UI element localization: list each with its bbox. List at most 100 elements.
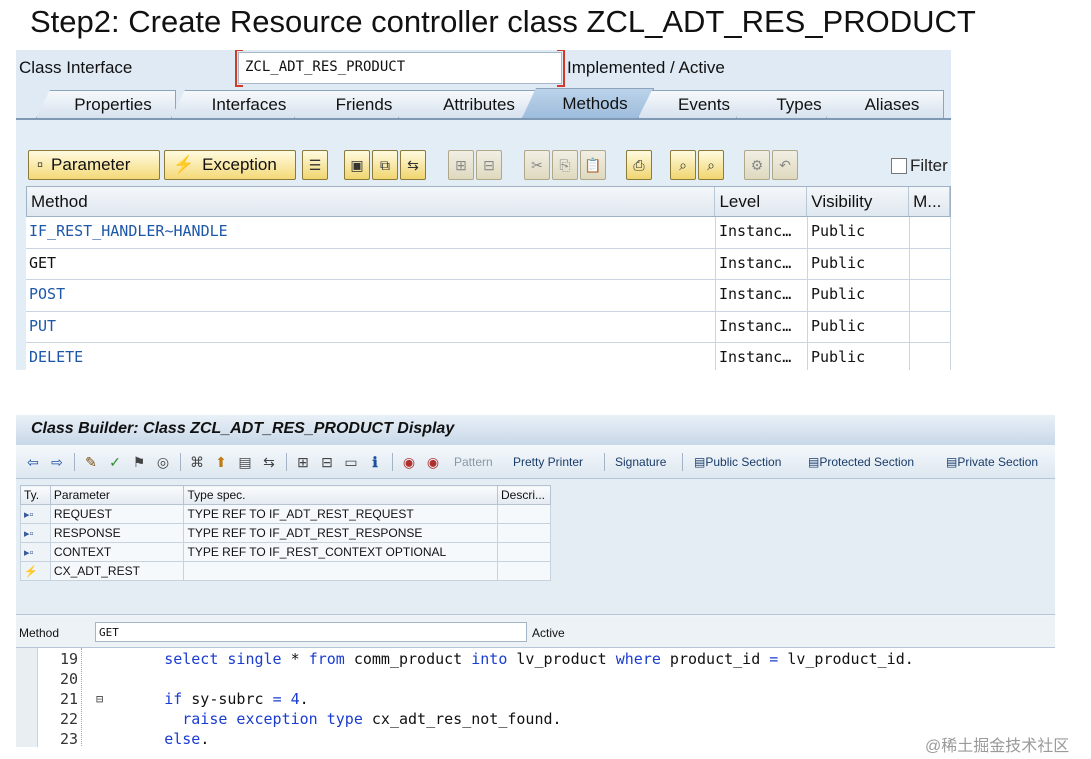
filter-checkbox[interactable] (891, 158, 907, 174)
find-next-icon[interactable]: ⌕ (698, 150, 724, 180)
insert-row-icon[interactable]: ⊞ (448, 150, 474, 180)
tab-aliases[interactable]: Aliases (826, 90, 944, 118)
forward-arrow-icon[interactable]: ⇨ (48, 453, 66, 471)
tab-attributes[interactable]: Attributes (398, 90, 546, 118)
table-row[interactable]: POST Instanc… Public (26, 280, 951, 312)
parameter-icon: ▫ (37, 155, 44, 174)
method-level: Instanc… (716, 248, 808, 279)
list-icon[interactable]: ☰ (302, 150, 328, 180)
param-type-spec[interactable]: TYPE REF TO IF_ADT_REST_RESPONSE (183, 523, 498, 543)
delete-row-icon[interactable]: ⊟ (476, 150, 502, 180)
detail-view-icon[interactable]: ▣ (344, 150, 370, 180)
edit-pencil-icon[interactable]: ✎ (82, 453, 100, 471)
table-row[interactable]: ▸▫ CONTEXT TYPE REF TO IF_REST_CONTEXT O… (20, 542, 552, 562)
table-row[interactable]: ▸▫ REQUEST TYPE REF TO IF_ADT_REST_REQUE… (20, 504, 552, 524)
param-name[interactable]: REQUEST (49, 504, 185, 524)
param-type-spec[interactable]: TYPE REF TO IF_REST_CONTEXT OPTIONAL (183, 542, 498, 562)
toolbar-separator (74, 453, 75, 471)
debug-icon[interactable]: ◉ (424, 453, 442, 471)
section-icon: ▤ (808, 455, 820, 469)
layout-icon[interactable]: ▭ (342, 453, 360, 471)
pattern-button[interactable]: Pattern (454, 455, 493, 469)
col-type[interactable]: Ty. (20, 485, 51, 505)
table-row[interactable]: DELETE Instanc… Public (26, 343, 951, 370)
param-type-spec[interactable] (183, 561, 498, 581)
col-description[interactable]: Descri... (496, 485, 552, 505)
breakpoint-icon[interactable]: ⬆ (212, 453, 230, 471)
pretty-printer-button[interactable]: Pretty Printer (513, 455, 583, 469)
method-m (910, 248, 951, 279)
exception-button[interactable]: ⚡ Exception (164, 150, 296, 180)
method-visibility: Public (808, 311, 910, 342)
param-description[interactable] (496, 542, 552, 562)
toolbar-separator (286, 453, 287, 471)
copy-view-icon[interactable]: ⧉ (372, 150, 398, 180)
navigate-icon[interactable]: ⇆ (260, 453, 278, 471)
test-icon[interactable]: ◎ (154, 453, 172, 471)
method-m (910, 343, 951, 370)
find-icon[interactable]: ⌕ (670, 150, 696, 180)
copy-icon[interactable]: ⎘ (552, 150, 578, 180)
section-icon: ▤ (694, 455, 706, 469)
tab-methods[interactable]: Methods (522, 88, 654, 118)
check-icon[interactable]: ✓ (106, 453, 124, 471)
tab-properties[interactable]: Properties (36, 90, 176, 118)
param-description[interactable] (496, 561, 552, 581)
line-number: 19 (59, 650, 78, 668)
toolbar-separator (180, 453, 181, 471)
method-name[interactable]: DELETE (26, 343, 716, 370)
activate-icon[interactable]: ⚑ (130, 453, 148, 471)
param-name[interactable]: CONTEXT (49, 542, 185, 562)
method-name[interactable]: IF_REST_HANDLER~HANDLE (26, 217, 716, 248)
col-level[interactable]: Level (715, 187, 808, 216)
method-name-field[interactable]: GET (95, 622, 527, 642)
tab-interfaces[interactable]: Interfaces (171, 90, 313, 118)
back-arrow-icon[interactable]: ⇦ (24, 453, 42, 471)
method-name[interactable]: POST (26, 280, 716, 311)
method-visibility: Public (808, 280, 910, 311)
table-row[interactable]: PUT Instanc… Public (26, 311, 951, 343)
navigate-icon[interactable]: ⇆ (400, 150, 426, 180)
method-name[interactable]: GET (26, 248, 716, 279)
method-level: Instanc… (716, 343, 808, 370)
table-row[interactable]: ▸▫ RESPONSE TYPE REF TO IF_ADT_REST_RESP… (20, 523, 552, 543)
private-section-button[interactable]: ▤Private Section (946, 455, 1038, 469)
paste-icon[interactable]: 📋 (580, 150, 606, 180)
parameter-table-header: Ty. Parameter Type spec. Descri... (20, 485, 552, 505)
filter-toggle[interactable]: Filter (891, 156, 948, 176)
col-type-spec[interactable]: Type spec. (183, 485, 498, 505)
line-number: 21 (59, 690, 78, 708)
print-icon[interactable]: ⎙ (626, 150, 652, 180)
table-row[interactable]: IF_REST_HANDLER~HANDLE Instanc… Public (26, 217, 951, 249)
protected-section-button[interactable]: ▤Protected Section (808, 455, 914, 469)
col-parameter[interactable]: Parameter (49, 485, 185, 505)
signature-button[interactable]: Signature (615, 455, 666, 469)
col-method[interactable]: Method (27, 187, 716, 216)
where-used-icon[interactable]: ⌘ (188, 453, 206, 471)
undo-icon[interactable]: ↶ (772, 150, 798, 180)
display-object-icon[interactable]: ▤ (236, 453, 254, 471)
public-section-button[interactable]: ▤Public Section (694, 455, 781, 469)
help-icon[interactable]: ◉ (400, 453, 418, 471)
methods-table: Method Level Visibility M... IF_REST_HAN… (26, 186, 951, 370)
param-type-spec[interactable]: TYPE REF TO IF_ADT_REST_REQUEST (183, 504, 498, 524)
col-visibility[interactable]: Visibility (807, 187, 910, 216)
info-icon[interactable]: ℹ (366, 453, 384, 471)
settings-icon[interactable]: ⚙ (744, 150, 770, 180)
tree-icon[interactable]: ⊟ (318, 453, 336, 471)
fold-toggle-icon[interactable]: ⊟ (96, 692, 103, 706)
param-description[interactable] (496, 504, 552, 524)
table-row[interactable]: GET Instanc… Public (26, 248, 951, 280)
table-row[interactable]: ⚡ CX_ADT_REST (20, 561, 552, 581)
hierarchy-icon[interactable]: ⊞ (294, 453, 312, 471)
method-name[interactable]: PUT (26, 311, 716, 342)
col-m[interactable]: M... (909, 187, 950, 216)
parameter-button[interactable]: ▫ Parameter (28, 150, 160, 180)
code-editor[interactable]: 19 20 21 22 23 ⊟ select single * from co… (16, 647, 1055, 747)
cut-icon[interactable]: ✂ (524, 150, 550, 180)
param-name[interactable]: CX_ADT_REST (49, 561, 185, 581)
line-number: 22 (59, 710, 78, 728)
param-description[interactable] (496, 523, 552, 543)
class-interface-field[interactable]: ZCL_ADT_RES_PRODUCT (235, 50, 565, 87)
param-name[interactable]: RESPONSE (49, 523, 185, 543)
